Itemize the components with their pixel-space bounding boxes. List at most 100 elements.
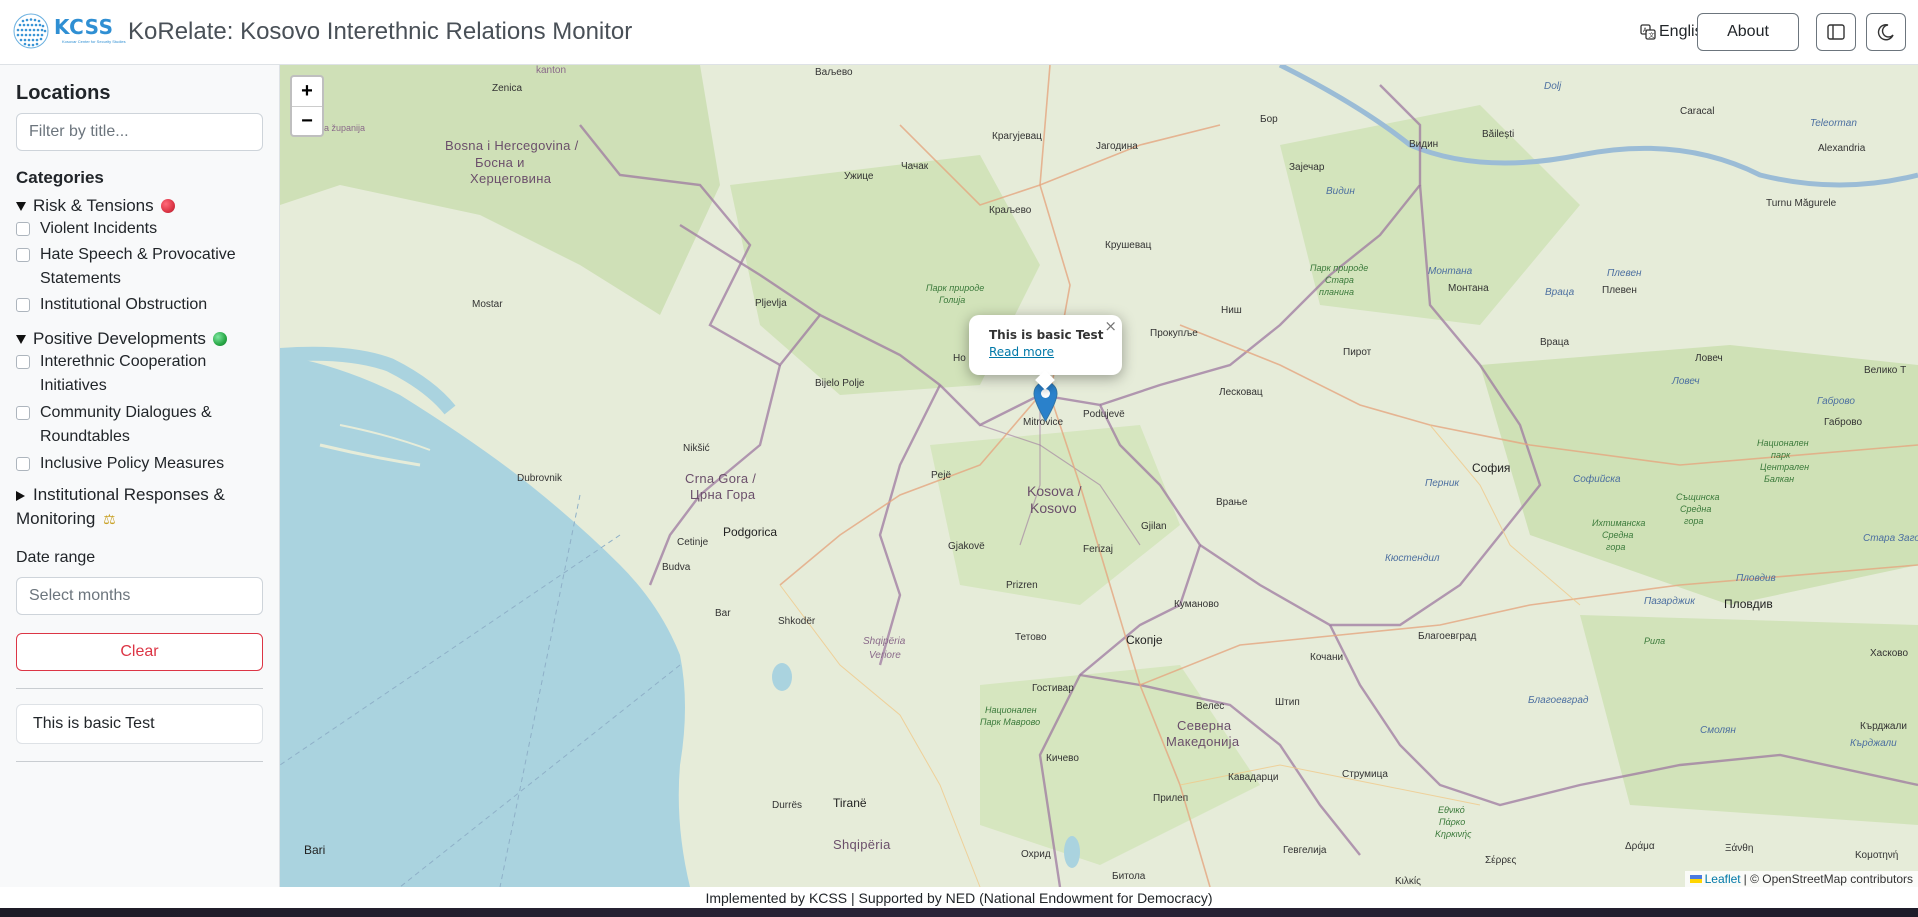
osm-attribution[interactable]: | © OpenStreetMap contributors [1744, 872, 1913, 886]
theme-toggle-button[interactable] [1866, 13, 1906, 51]
map-label: Национален [985, 705, 1037, 715]
map-label: Лесковац [1219, 387, 1263, 398]
zoom-in-button[interactable]: + [292, 77, 322, 107]
map-label: Врање [1216, 497, 1248, 508]
map-view[interactable]: Zenica kanton Posavska županija Bosna i … [280, 65, 1918, 887]
checkbox-interethnic-cooperation[interactable] [16, 355, 30, 369]
close-icon[interactable]: × [1104, 317, 1117, 335]
category-group-institutional[interactable]: Institutional Responses & Monitoring ⚖ [16, 483, 256, 531]
checkbox-inclusive-policy[interactable] [16, 457, 30, 471]
map-label: Кюстендил [1385, 553, 1440, 564]
map-label: Охрид [1021, 849, 1051, 860]
map-label: Хасково [1870, 648, 1909, 659]
categories-title: Categories [16, 168, 104, 187]
map-label: Монтана [1428, 266, 1473, 277]
map-label: Pljevlja [755, 298, 787, 309]
map-label: Габрово [1817, 396, 1855, 407]
clear-button[interactable]: Clear [16, 633, 263, 671]
map-label: Gjilan [1141, 521, 1167, 532]
map-label: Пирот [1343, 347, 1372, 358]
map-label: Bar [715, 608, 731, 619]
kcss-logo[interactable]: KCSS Kosovar Center for Security Studies [12, 12, 126, 50]
leaflet-link[interactable]: Leaflet [1705, 872, 1741, 886]
date-range-input[interactable] [16, 577, 263, 615]
map-label: Средна [1680, 504, 1712, 514]
category-group-positive[interactable]: Positive Developments [16, 329, 227, 349]
map-label: Kosovo [1030, 500, 1077, 516]
map-label: Краљево [989, 205, 1032, 216]
map-label: Видин [1326, 186, 1355, 197]
map-label: Cetinje [677, 537, 709, 548]
map-label: Но [953, 353, 966, 364]
checkbox-community-dialogues[interactable] [16, 406, 30, 420]
map-label: Балкан [1764, 474, 1795, 484]
map-label: Ваљево [815, 67, 853, 78]
map-label: Кочани [1310, 652, 1344, 663]
map-label: Видин [1409, 139, 1439, 150]
category-label: Violent Incidents [40, 220, 158, 237]
map-label: Πάρκο [1439, 817, 1466, 827]
zoom-out-button[interactable]: − [292, 107, 322, 136]
checkbox-hate-speech[interactable] [16, 248, 30, 262]
filter-input[interactable] [16, 113, 263, 151]
triangle-down-icon [16, 334, 26, 344]
map-label: Монтана [1448, 283, 1489, 294]
map-label: Струмица [1342, 769, 1388, 780]
translate-icon: A 文 [1640, 24, 1656, 40]
map-label: Κηρκινής [1435, 829, 1472, 839]
map-label: Битола [1112, 871, 1146, 882]
map-label: kanton [536, 65, 567, 76]
sidebar-toggle-button[interactable] [1816, 13, 1856, 51]
map-label: Zenica [492, 83, 523, 94]
green-dot-icon [212, 332, 227, 346]
map-label: Пловдив [1736, 573, 1776, 584]
map-label: Благоевград [1528, 695, 1589, 706]
map-label: Podgorica [723, 525, 778, 539]
map-label: Плевен [1607, 268, 1642, 279]
map-label: Велико Т [1864, 365, 1907, 376]
map-label: Shqipëria [833, 837, 891, 852]
checkbox-violent-incidents[interactable] [16, 222, 30, 236]
map-label: Парк природе [1310, 263, 1369, 273]
map-label: Ferizaj [1083, 544, 1114, 555]
result-list-item[interactable]: This is basic Test [16, 704, 263, 744]
map-label: Габрово [1824, 417, 1863, 428]
map-label: Tiranë [833, 796, 867, 810]
about-button[interactable]: About [1697, 13, 1799, 51]
triangle-down-icon [16, 201, 26, 211]
map-label: Тетово [1015, 632, 1047, 643]
map-label: Плевен [1602, 285, 1637, 296]
map-label: Кърджали [1860, 721, 1907, 732]
map-label: Пазарджик [1644, 596, 1695, 607]
map-label: Прилеп [1153, 793, 1189, 804]
ukraine-flag-icon [1689, 875, 1702, 883]
triangle-right-icon [16, 490, 25, 501]
read-more-link[interactable]: Read more [989, 345, 1054, 359]
checkbox-institutional-obstruction[interactable] [16, 298, 30, 312]
sidebar: Locations Categories Risk & Tensions Vio… [0, 65, 280, 887]
map-label: Македонија [1166, 734, 1240, 749]
map-label: Ужице [844, 171, 874, 182]
category-group-label: Institutional Responses & Monitoring [16, 485, 225, 528]
category-label: Inclusive Policy Measures [40, 455, 225, 472]
map-label: Гевгелија [1283, 845, 1327, 856]
map-label: Национален [1757, 438, 1809, 448]
map-label: Ξάνθη [1725, 843, 1754, 854]
map-label: Nikšić [683, 443, 710, 454]
map-label: Kosova / [1027, 483, 1082, 499]
map-label: Ихтиманска [1592, 518, 1646, 528]
map-label: Shkodër [778, 616, 816, 627]
footer-text: Implemented by KCSS | Supported by NED (… [705, 889, 1213, 906]
map-label: гора [1684, 516, 1704, 526]
category-group-label: Positive Developments [33, 329, 206, 348]
logo-text: KCSS [54, 15, 114, 39]
scales-icon: ⚖ [103, 511, 116, 527]
map-label: Budva [662, 562, 691, 573]
map-label: Куманово [1174, 599, 1219, 610]
category-label: Institutional Obstruction [40, 296, 208, 313]
map-label: Стара [1325, 275, 1354, 285]
top-navbar: KCSS Kosovar Center for Security Studies… [0, 0, 1918, 65]
category-group-risk[interactable]: Risk & Tensions [16, 196, 175, 216]
map-label: Софийска [1573, 474, 1621, 485]
map-label: Северна [1177, 718, 1232, 733]
